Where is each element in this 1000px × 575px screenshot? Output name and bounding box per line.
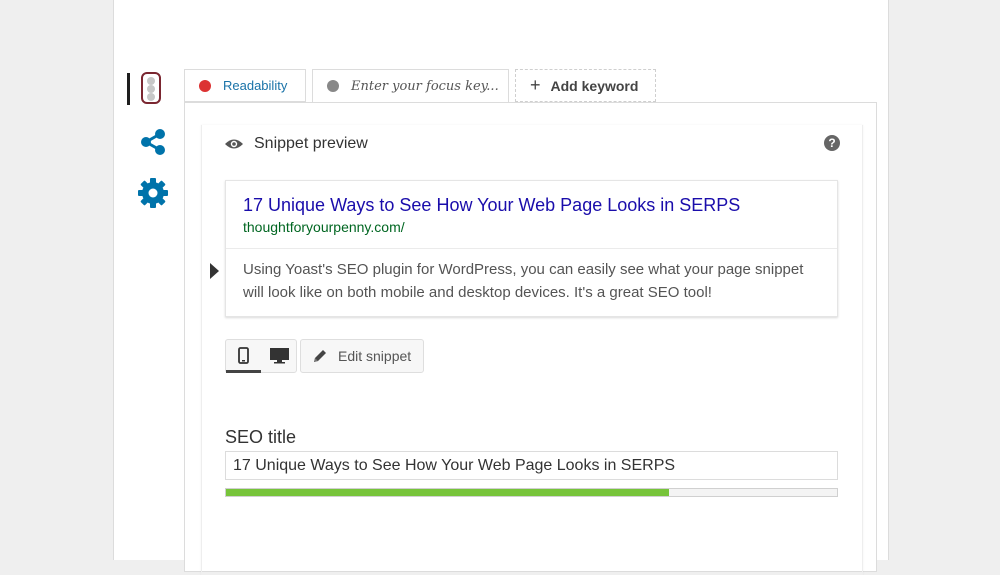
- serp-description: Using Yoast's SEO plugin for WordPress, …: [243, 261, 804, 301]
- gear-icon[interactable]: [137, 177, 169, 209]
- readability-status-dot: [199, 79, 211, 92]
- device-toggle: [225, 339, 297, 373]
- tab-readability[interactable]: Readability: [184, 69, 306, 102]
- seo-title-label: SEO title: [225, 427, 297, 447]
- mobile-icon: [238, 347, 249, 364]
- seo-title-input[interactable]: [225, 451, 838, 480]
- focus-keyword-placeholder: Enter your focus key...: [351, 78, 499, 94]
- snippet-editor: Snippet preview ? 17 Unique Ways to See …: [201, 125, 863, 575]
- caret-right-icon: [210, 263, 219, 279]
- mobile-preview-button[interactable]: [226, 340, 261, 373]
- serp-divider: [226, 248, 837, 249]
- rail-active-indicator: [127, 73, 130, 105]
- edit-snippet-button[interactable]: Edit snippet: [300, 339, 424, 373]
- edit-snippet-label: Edit snippet: [338, 348, 412, 364]
- seo-title-progress-fill: [226, 489, 669, 496]
- tab-readability-label: Readability: [223, 78, 288, 93]
- eye-icon: [225, 139, 243, 149]
- focus-keyword-status-dot: [327, 80, 339, 92]
- serp-title: 17 Unique Ways to See How Your Web Page …: [243, 195, 741, 215]
- desktop-icon: [270, 348, 289, 364]
- plus-icon: +: [530, 75, 541, 95]
- add-keyword-button[interactable]: + Add keyword: [515, 69, 656, 102]
- share-icon[interactable]: [138, 127, 168, 157]
- add-keyword-label: Add keyword: [550, 77, 639, 94]
- snippet-preview-title: Snippet preview: [254, 135, 368, 152]
- metabox-panel: Readability Enter your focus key... + Ad…: [113, 0, 889, 575]
- analysis-content: Snippet preview ? 17 Unique Ways to See …: [184, 102, 877, 575]
- snippet-header: Snippet preview: [224, 135, 368, 153]
- desktop-preview-button[interactable]: [262, 340, 297, 373]
- tab-focus-keyword[interactable]: Enter your focus key...: [312, 69, 509, 103]
- serp-url: thoughtforyourpenny.com/: [243, 219, 405, 235]
- traffic-light-icon[interactable]: [141, 72, 161, 104]
- seo-title-progress: [225, 488, 838, 497]
- pencil-icon: [314, 350, 326, 362]
- help-icon[interactable]: ?: [824, 135, 840, 151]
- serp-preview[interactable]: 17 Unique Ways to See How Your Web Page …: [225, 180, 838, 317]
